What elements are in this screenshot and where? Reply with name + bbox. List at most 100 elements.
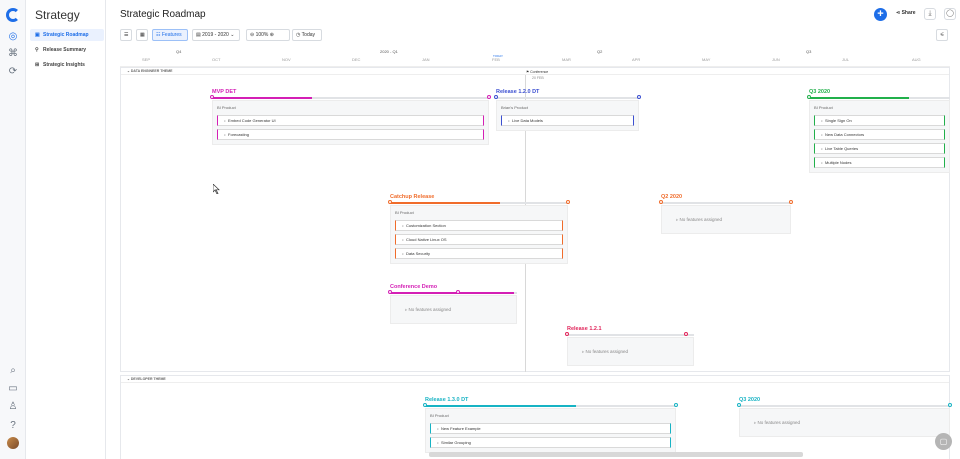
release-name[interactable]: MVP DET <box>212 89 489 96</box>
month-label: JAN <box>422 57 430 62</box>
horizontal-scrollbar[interactable] <box>429 452 803 457</box>
feature-item[interactable]: ▹ Cloud Native Linux OS <box>395 234 563 245</box>
release-card[interactable]: Release 1.2.0 DT Brian's Product ▹ Live D… <box>494 89 641 131</box>
chevron-down-icon: ⌄ <box>228 32 235 38</box>
feature-item[interactable]: ▹ Live Table Queries <box>814 143 945 154</box>
section-title: Strategy <box>35 8 80 22</box>
feature-item[interactable]: ▹ Embed Code Generator UI <box>217 115 484 126</box>
release-body: BI Product ▹ Embed Code Generator UI ▹ For… <box>212 100 489 145</box>
end-handle[interactable] <box>674 403 678 407</box>
month-label: SEP <box>142 57 151 62</box>
filter-settings-button[interactable]: ⚟ <box>936 29 948 41</box>
release-progress-bar <box>494 95 641 99</box>
feature-icon: ▹ <box>224 118 227 123</box>
start-handle[interactable] <box>565 332 569 336</box>
end-handle[interactable] <box>487 95 491 99</box>
sidebar-item-strategic-roadmap[interactable]: ▣ Strategic Roadmap <box>30 29 104 41</box>
feature-icon: ▹ <box>402 223 405 228</box>
release-card[interactable]: Q2 2020 ▹ No features assigned <box>659 194 793 234</box>
release-name[interactable]: Release 1.2.1 <box>567 326 694 333</box>
feature-item[interactable]: ▹ Forecasting <box>217 129 484 140</box>
app-logo-icon[interactable] <box>6 8 20 22</box>
avatar[interactable] <box>7 437 19 449</box>
feature-icon: ▹ <box>821 118 824 123</box>
release-card[interactable]: Release 1.2.1 ▹ No features assigned <box>565 326 694 366</box>
start-handle[interactable] <box>423 403 427 407</box>
month-label: DEC <box>352 57 361 62</box>
sidebar-item-strategic-insights[interactable]: ⊞ Strategic Insights <box>30 59 104 71</box>
global-nav-rail: ◎ ⌘ ⟳ ⌕ ▭ ♙ ? <box>0 0 26 459</box>
insights-nav-icon[interactable]: ⟳ <box>7 66 19 78</box>
release-name[interactable]: Catchup Release <box>390 194 568 201</box>
release-card[interactable]: MVP DET BI Product ▹ Embed Code Generator… <box>210 89 491 145</box>
feature-item[interactable]: ▹ Data Security <box>395 248 563 259</box>
sidebar-item-release-summary[interactable]: ⚲ Release Summary <box>30 44 104 56</box>
end-handle[interactable] <box>566 200 570 204</box>
release-name[interactable]: Q2 2020 <box>661 194 791 201</box>
release-name[interactable]: Release 1.2.0 DT <box>496 89 639 96</box>
features-toggle-button[interactable]: ☷ Features <box>152 29 188 41</box>
product-label: BI Product <box>430 413 449 418</box>
mouse-cursor-icon <box>213 184 220 194</box>
comments-icon[interactable]: ◯ <box>944 8 956 20</box>
month-label: JUL <box>842 57 850 62</box>
list-view-button[interactable]: ☰ <box>120 29 132 41</box>
milestone-flag[interactable]: ⚑ Conference <box>526 70 548 74</box>
chat-support-button[interactable]: ▢ <box>935 433 952 450</box>
feature-item[interactable]: ▹ Single Sign On <box>814 115 945 126</box>
release-icon: ⚲ <box>35 47 39 53</box>
start-handle[interactable] <box>388 290 392 294</box>
add-button[interactable]: + <box>874 8 887 21</box>
start-handle[interactable] <box>737 403 741 407</box>
app-root: ◎ ⌘ ⟳ ⌕ ▭ ♙ ? Strategy ▣ Strategic Roadma… <box>0 0 960 459</box>
start-handle[interactable] <box>388 200 392 204</box>
today-button[interactable]: ◷ Today <box>292 29 322 41</box>
progress-fill <box>390 202 501 204</box>
page-title: Strategic Roadmap <box>120 9 206 20</box>
end-handle[interactable] <box>456 290 460 294</box>
end-handle[interactable] <box>948 403 952 407</box>
feature-item[interactable]: ▹ Customization Section <box>395 220 563 231</box>
release-card[interactable]: Release 1.3.0 DT BI Product ▹ New Feature… <box>423 397 678 453</box>
calendar-view-button[interactable]: ▦ <box>136 29 148 41</box>
feature-item[interactable]: ▹ New Feature Example <box>430 423 671 434</box>
modules-icon[interactable]: ⌘ <box>7 48 19 60</box>
feature-item[interactable]: ▹ Multiple Nodes <box>814 157 945 168</box>
strategy-icon[interactable]: ◎ <box>7 31 19 43</box>
release-name[interactable]: Conference Demo <box>390 284 517 291</box>
feature-icon: ▹ <box>821 146 824 151</box>
feature-item[interactable]: ▹ Similar Grouping <box>430 437 671 448</box>
start-handle[interactable] <box>807 95 811 99</box>
release-name[interactable]: Q3 2020 <box>809 89 950 96</box>
theme-header[interactable]: ⌄ DEVELOPER THEME <box>121 376 949 383</box>
user-icon[interactable]: ♙ <box>7 401 19 413</box>
timeline-axis: Q4 2020 - Q1 Q2 Q3 SEP OCT NOV DEC JAN F… <box>120 47 950 67</box>
download-icon[interactable]: ⤓ <box>924 8 936 20</box>
zoom-control[interactable]: ⊖ 100% ⊕ <box>246 29 290 41</box>
end-handle[interactable] <box>637 95 641 99</box>
start-handle[interactable] <box>494 95 498 99</box>
messages-icon[interactable]: ▭ <box>7 383 19 395</box>
release-name[interactable]: Q3 2020 <box>739 397 950 404</box>
share-button[interactable]: ⋖ Share <box>896 10 916 16</box>
release-name[interactable]: Release 1.3.0 DT <box>425 397 676 404</box>
feature-icon: ▹ <box>437 426 440 431</box>
release-card[interactable]: Conference Demo ▹ No features assigned <box>388 284 517 324</box>
feature-item[interactable]: ▹ Live Data Models <box>501 115 634 126</box>
search-icon[interactable]: ⌕ <box>7 365 19 377</box>
help-icon[interactable]: ? <box>7 420 19 432</box>
date-range-select[interactable]: ▤ 2019 - 2020 ⌄ <box>192 29 240 41</box>
product-label: Brian's Product <box>501 105 528 110</box>
progress-fill <box>212 97 312 99</box>
release-card[interactable]: Catchup Release BI Product ▹ Customizatio… <box>388 194 570 264</box>
feature-icon: ▹ <box>402 237 405 242</box>
start-handle[interactable] <box>210 95 214 99</box>
release-card[interactable]: Q3 2020 BI Product ▹ Single Sign On ▹ New … <box>807 89 950 173</box>
release-card[interactable]: Q3 2020 ▹ No features assigned <box>737 397 952 437</box>
month-label: MAR <box>562 57 571 62</box>
end-handle[interactable] <box>789 200 793 204</box>
end-handle[interactable] <box>684 332 688 336</box>
feature-item[interactable]: ▹ New Data Connectors <box>814 129 945 140</box>
start-handle[interactable] <box>659 200 663 204</box>
zoom-in-icon[interactable]: ⊕ <box>268 32 274 38</box>
